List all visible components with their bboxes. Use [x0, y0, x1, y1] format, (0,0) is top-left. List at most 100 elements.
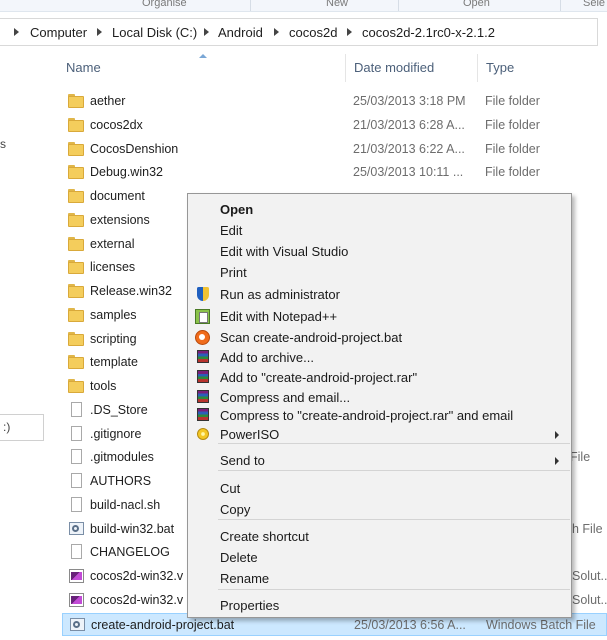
- menu-item-delete[interactable]: Delete: [188, 547, 571, 568]
- folder-icon: [68, 308, 84, 322]
- folder-icon: [68, 260, 84, 274]
- menu-item-label: Rename: [220, 571, 270, 586]
- file-icon: [68, 402, 84, 417]
- file-name: cocos2dx: [90, 118, 143, 132]
- file-row[interactable]: cocos2dx 21/03/2013 6:28 A... File folder: [62, 114, 607, 137]
- file-icon: [68, 473, 84, 488]
- menu-item-label: Edit with Visual Studio: [220, 244, 349, 259]
- menu-item-edit-with-visual-studio[interactable]: Edit with Visual Studio: [188, 241, 571, 262]
- file-name: build-nacl.sh: [90, 498, 161, 512]
- column-header-name[interactable]: Name: [66, 60, 101, 75]
- menu-separator: [218, 589, 570, 590]
- menu-item-label: Open: [220, 202, 254, 217]
- file-type: File: [570, 450, 591, 464]
- file-name: document: [90, 189, 145, 203]
- visual-studio-solution-icon: [68, 569, 84, 583]
- folder-icon: [68, 189, 84, 203]
- folder-icon: [68, 332, 84, 346]
- ribbon-group-new[interactable]: New: [326, 0, 348, 9]
- menu-item-label: Print: [220, 265, 247, 280]
- column-header-date[interactable]: Date modified: [354, 60, 434, 75]
- file-row[interactable]: aether 25/03/2013 3:18 PM File folder: [62, 90, 607, 113]
- file-name: licenses: [90, 260, 136, 274]
- file-name: aether: [90, 94, 126, 108]
- menu-item-print[interactable]: Print: [188, 262, 571, 283]
- menu-item-label: Cut: [220, 481, 241, 496]
- menu-item-label: Copy: [220, 502, 251, 517]
- menu-item-edit-with-notepad[interactable]: Edit with Notepad++: [188, 306, 571, 327]
- nav-selected-item[interactable]: :): [0, 414, 44, 441]
- nav-item-label: :): [3, 420, 11, 434]
- breadcrumb-item[interactable]: cocos2d: [289, 25, 337, 40]
- file-row[interactable]: Debug.win32 25/03/2013 10:11 ... File fold…: [62, 161, 607, 184]
- file-type: File folder: [485, 94, 540, 108]
- menu-separator: [218, 470, 570, 471]
- file-type: Solut...: [572, 593, 607, 607]
- menu-item-label: Properties: [220, 598, 280, 613]
- sort-ascending-icon: [199, 54, 207, 58]
- ribbon-divider: [398, 0, 399, 11]
- breadcrumb-item[interactable]: Computer: [30, 25, 87, 40]
- column-divider[interactable]: [345, 54, 346, 82]
- file-name: cocos2d-win32.v: [90, 569, 184, 583]
- navigation-pane[interactable]: s :): [0, 46, 47, 640]
- menu-item-add-to-create-android-project-rar[interactable]: Add to "create-android-project.rar": [188, 367, 571, 388]
- column-header-type[interactable]: Type: [486, 60, 514, 75]
- folder-icon: [68, 379, 84, 393]
- menu-item-open[interactable]: Open: [188, 199, 571, 220]
- breadcrumb-item[interactable]: Local Disk (C:): [112, 25, 197, 40]
- menu-item-properties[interactable]: Properties: [188, 595, 571, 616]
- file-icon: [68, 426, 84, 441]
- chevron-right-icon[interactable]: [274, 28, 279, 36]
- menu-item-label: Delete: [220, 550, 258, 565]
- menu-item-label: Compress and email...: [220, 390, 351, 405]
- menu-item-scan-create-android-project-bat[interactable]: Scan create-android-project.bat: [188, 327, 571, 348]
- menu-item-label: PowerISO: [220, 427, 280, 442]
- folder-icon: [68, 142, 84, 156]
- menu-item-create-shortcut[interactable]: Create shortcut: [188, 526, 571, 547]
- column-divider[interactable]: [477, 54, 478, 82]
- menu-item-edit[interactable]: Edit: [188, 220, 571, 241]
- file-name: CocosDenshion: [90, 142, 179, 156]
- menu-item-cut[interactable]: Cut: [188, 478, 571, 499]
- winrar-icon: [197, 350, 209, 363]
- ribbon-group-organise[interactable]: Organise: [142, 0, 187, 9]
- chevron-right-icon[interactable]: [97, 28, 102, 36]
- file-type: Windows Batch File: [486, 618, 596, 632]
- file-name: build-win32.bat: [90, 522, 175, 536]
- ribbon-group-select[interactable]: Sele: [583, 0, 605, 9]
- menu-item-label: Create shortcut: [220, 529, 309, 544]
- menu-item-label: Add to archive...: [220, 350, 314, 365]
- file-type: h File: [572, 522, 603, 536]
- folder-icon: [68, 284, 84, 298]
- breadcrumb-item[interactable]: cocos2d-2.1rc0-x-2.1.2: [362, 25, 495, 40]
- file-name: .gitmodules: [90, 450, 154, 464]
- chevron-right-icon[interactable]: [204, 28, 209, 36]
- menu-item-label: Send to: [220, 453, 265, 468]
- breadcrumb-item[interactable]: Android: [218, 25, 263, 40]
- menu-item-send-to[interactable]: Send to: [188, 450, 571, 471]
- chevron-right-icon[interactable]: [347, 28, 352, 36]
- file-name: .DS_Store: [90, 403, 148, 417]
- file-icon: [68, 544, 84, 559]
- file-name: CHANGELOG: [90, 545, 170, 559]
- menu-item-label: Compress to "create-android-project.rar"…: [220, 408, 514, 423]
- chevron-right-icon[interactable]: [14, 28, 19, 36]
- menu-separator: [218, 443, 570, 444]
- file-row[interactable]: CocosDenshion 21/03/2013 6:22 A... File fo…: [62, 138, 607, 161]
- ribbon-group-open[interactable]: Open: [463, 0, 490, 9]
- menu-item-label: Scan create-android-project.bat: [220, 330, 403, 345]
- menu-item-run-as-administrator[interactable]: Run as administrator: [188, 284, 571, 305]
- menu-item-poweriso[interactable]: PowerISO: [188, 424, 571, 445]
- folder-icon: [68, 213, 84, 227]
- nav-item-fragment[interactable]: s: [0, 137, 6, 151]
- file-date-modified: 25/03/2013 6:56 A...: [354, 618, 466, 632]
- file-date-modified: 21/03/2013 6:22 A...: [353, 142, 465, 156]
- menu-item-compress-to-create-android-project-rar-and-email[interactable]: Compress to "create-android-project.rar"…: [188, 405, 571, 426]
- menu-item-rename[interactable]: Rename: [188, 568, 571, 589]
- menu-item-copy[interactable]: Copy: [188, 499, 571, 520]
- file-name: external: [90, 237, 135, 251]
- menu-item-add-to-archive[interactable]: Add to archive...: [188, 347, 571, 368]
- winrar-icon: [197, 370, 209, 383]
- address-bar[interactable]: Computer Local Disk (C:) Android cocos2d…: [0, 18, 598, 46]
